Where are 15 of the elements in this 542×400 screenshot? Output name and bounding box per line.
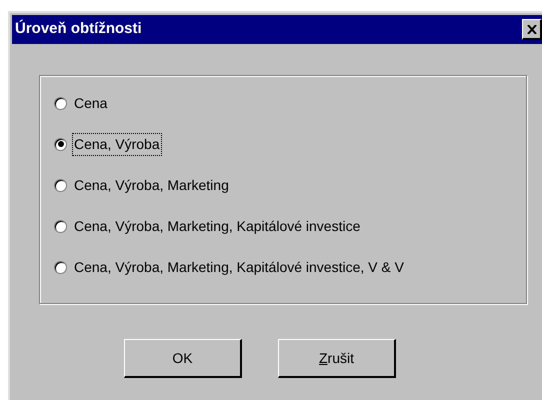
- radio-button[interactable]: [54, 220, 67, 232]
- option-label[interactable]: Cena: [72, 92, 110, 114]
- option-label[interactable]: Cena, Výroba, Marketing: [72, 174, 231, 196]
- window-title: Úroveň obtížnosti: [15, 18, 143, 40]
- close-icon: [526, 24, 536, 34]
- radio-button[interactable]: [54, 178, 67, 192]
- dialog-button[interactable]: OK: [124, 339, 242, 378]
- option-label[interactable]: Cena, Výroba, Marketing, Kapitálové investice, V & V: [72, 256, 406, 278]
- radio-button[interactable]: [54, 96, 67, 110]
- close-button[interactable]: [522, 19, 542, 40]
- option-label[interactable]: Cena, Výroba, Marketing, Kapitálové investice: [72, 214, 362, 238]
- radio-button[interactable]: [54, 138, 67, 150]
- option-label[interactable]: Cena, Výroba: [72, 132, 162, 156]
- dialog-button[interactable]: Zrušit: [278, 339, 396, 378]
- radio-button[interactable]: [54, 260, 67, 274]
